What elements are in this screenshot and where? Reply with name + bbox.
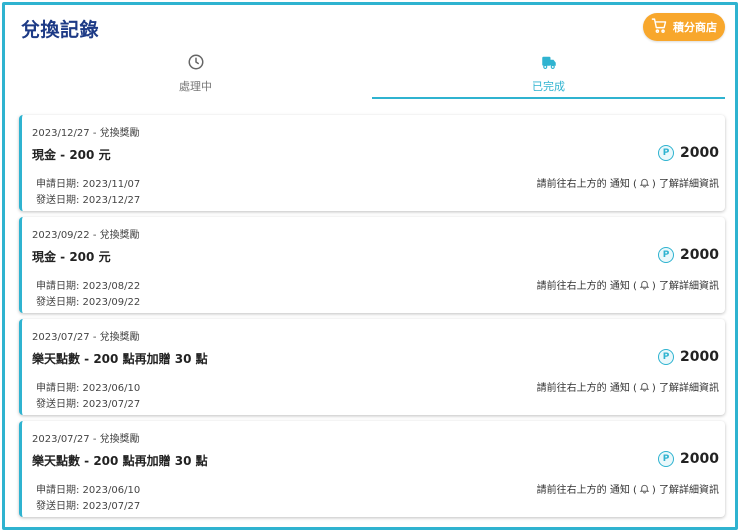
note-prefix: 請前往右上方的 通知 ( <box>536 383 637 394</box>
note-suffix: ) 了解詳細資訊 <box>651 485 719 496</box>
notification-note: 請前往右上方的 通知 ( ) 了解詳細資訊 <box>537 175 719 190</box>
points-amount: P 2000 <box>658 349 719 365</box>
tab-processing-label: 處理中 <box>179 80 212 93</box>
record-card: 2023/09/22 - 兌換獎勵 現金 - 200 元 申請日期: 2023/… <box>19 217 725 313</box>
point-coin-icon: P <box>658 349 675 365</box>
record-item: 樂天點數 - 200 點再加贈 30 點 <box>32 454 208 468</box>
notification-note: 請前往右上方的 通知 ( ) 了解詳細資訊 <box>537 277 719 292</box>
note-prefix: 請前往右上方的 通知 ( <box>536 179 637 190</box>
record-date: 2023/09/22 - 兌換獎勵 <box>32 230 140 241</box>
status-tabs: 處理中 已完成 <box>19 49 725 99</box>
header: 兌換記錄 積分商店 <box>5 5 735 49</box>
clock-icon <box>187 53 205 75</box>
points-value: 2000 <box>680 451 719 467</box>
note-suffix: ) 了解詳細資訊 <box>651 383 719 394</box>
send-date: 發送日期: 2023/07/27 <box>36 501 141 512</box>
record-list: 2023/12/27 - 兌換獎勵 現金 - 200 元 申請日期: 2023/… <box>19 115 725 523</box>
send-date: 發送日期: 2023/09/22 <box>36 297 141 308</box>
cart-icon <box>651 17 668 37</box>
point-coin-icon: P <box>658 247 675 263</box>
tab-completed[interactable]: 已完成 <box>372 49 725 99</box>
bell-icon <box>639 177 650 188</box>
record-date: 2023/12/27 - 兌換獎勵 <box>32 128 140 139</box>
points-amount: P 2000 <box>658 247 719 263</box>
bell-icon <box>639 279 650 290</box>
notification-note: 請前往右上方的 通知 ( ) 了解詳細資訊 <box>537 481 719 496</box>
record-card: 2023/07/27 - 兌換獎勵 樂天點數 - 200 點再加贈 30 點 申… <box>19 421 725 517</box>
record-item: 現金 - 200 元 <box>32 148 111 162</box>
apply-date: 申請日期: 2023/08/22 <box>36 281 141 292</box>
record-item: 樂天點數 - 200 點再加贈 30 點 <box>32 352 208 366</box>
truck-icon <box>540 53 558 75</box>
points-amount: P 2000 <box>658 145 719 161</box>
record-card: 2023/12/27 - 兌換獎勵 現金 - 200 元 申請日期: 2023/… <box>19 115 725 211</box>
send-date: 發送日期: 2023/12/27 <box>36 195 141 206</box>
record-card: 2023/07/27 - 兌換獎勵 樂天點數 - 200 點再加贈 30 點 申… <box>19 319 725 415</box>
points-amount: P 2000 <box>658 451 719 467</box>
note-prefix: 請前往右上方的 通知 ( <box>536 281 637 292</box>
points-value: 2000 <box>680 349 719 365</box>
app-frame: 兌換記錄 積分商店 處理中 已完成 2023/12/27 - 兌換獎勵 現金 -… <box>2 2 738 530</box>
point-coin-icon: P <box>658 451 675 467</box>
tab-processing[interactable]: 處理中 <box>19 49 372 99</box>
page-title: 兌換記錄 <box>21 19 100 41</box>
bell-icon <box>639 483 650 494</box>
record-date: 2023/07/27 - 兌換獎勵 <box>32 434 140 445</box>
bell-icon <box>639 381 650 392</box>
points-shop-button[interactable]: 積分商店 <box>643 13 725 41</box>
points-value: 2000 <box>680 247 719 263</box>
points-shop-label: 積分商店 <box>673 21 717 34</box>
apply-date: 申請日期: 2023/06/10 <box>36 383 141 394</box>
notification-note: 請前往右上方的 通知 ( ) 了解詳細資訊 <box>537 379 719 394</box>
points-value: 2000 <box>680 145 719 161</box>
record-date: 2023/07/27 - 兌換獎勵 <box>32 332 140 343</box>
note-suffix: ) 了解詳細資訊 <box>651 179 719 190</box>
tab-completed-label: 已完成 <box>532 80 565 93</box>
send-date: 發送日期: 2023/07/27 <box>36 399 141 410</box>
point-coin-icon: P <box>658 145 675 161</box>
apply-date: 申請日期: 2023/11/07 <box>36 179 141 190</box>
record-item: 現金 - 200 元 <box>32 250 111 264</box>
note-suffix: ) 了解詳細資訊 <box>651 281 719 292</box>
note-prefix: 請前往右上方的 通知 ( <box>536 485 637 496</box>
apply-date: 申請日期: 2023/06/10 <box>36 485 141 496</box>
